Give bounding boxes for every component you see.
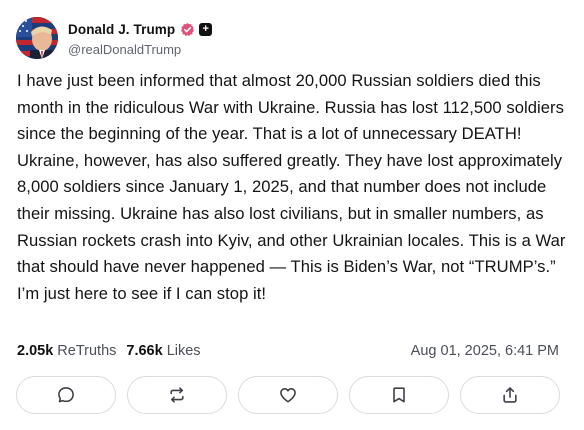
author-names: Donald J. Trump + @realDonaldTrump bbox=[68, 20, 213, 57]
post-timestamp[interactable]: Aug 01, 2025, 6:41 PM bbox=[411, 342, 559, 360]
plus-badge-icon: + bbox=[199, 23, 213, 36]
bookmark-button[interactable] bbox=[349, 376, 449, 414]
likes-count[interactable]: 7.66k bbox=[126, 343, 162, 359]
bookmark-icon bbox=[393, 387, 405, 403]
verified-badge-icon bbox=[180, 22, 195, 37]
like-button[interactable] bbox=[238, 376, 338, 414]
author-handle[interactable]: @realDonaldTrump bbox=[68, 42, 212, 57]
retruths-label[interactable]: ReTruths bbox=[57, 343, 116, 359]
avatar-image bbox=[16, 17, 58, 59]
comment-icon bbox=[58, 387, 74, 403]
author-display-name[interactable]: Donald J. Trump bbox=[68, 22, 175, 37]
reply-button[interactable] bbox=[16, 376, 116, 414]
avatar[interactable] bbox=[16, 17, 58, 59]
post-header: Donald J. Trump + @realDonaldTrump bbox=[16, 16, 213, 60]
post-stats: 2.05k ReTruths 7.66k Likes bbox=[17, 342, 201, 360]
heart-icon bbox=[280, 388, 296, 403]
retruths-count[interactable]: 2.05k bbox=[17, 343, 53, 359]
retruth-icon bbox=[170, 387, 184, 403]
share-button[interactable] bbox=[460, 376, 560, 414]
author-name-row: Donald J. Trump + bbox=[68, 20, 213, 40]
post-card: Donald J. Trump + @realDonaldTrump I hav… bbox=[0, 0, 584, 430]
retruth-button[interactable] bbox=[127, 376, 227, 414]
share-icon bbox=[503, 387, 517, 403]
action-bar bbox=[16, 376, 562, 416]
post-text: I have just been informed that almost 20… bbox=[17, 71, 566, 303]
likes-label[interactable]: Likes bbox=[167, 343, 201, 359]
